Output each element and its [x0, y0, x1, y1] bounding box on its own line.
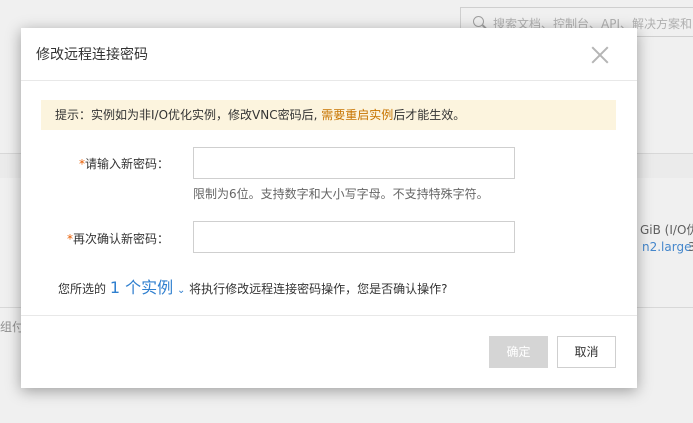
close-icon[interactable] — [587, 42, 613, 68]
confirm-password-input[interactable] — [193, 221, 515, 253]
cancel-button[interactable]: 取消 — [557, 336, 616, 368]
change-password-dialog: 修改远程连接密码 提示：实例如为非I/O优化实例，修改VNC密码后, 需要重启实… — [21, 28, 637, 388]
confirm-password-label-text: 再次确认新密码： — [72, 232, 169, 246]
new-password-input[interactable] — [193, 147, 515, 179]
new-password-label-text: 请输入新密码： — [84, 157, 169, 171]
confirm-prefix: 您所选的 — [58, 282, 107, 296]
confirm-password-label: *再次确认新密码： — [67, 230, 169, 247]
notice-highlight: 需要重启实例 — [321, 108, 394, 122]
notice-text: 提示：实例如为非I/O优化实例，修改VNC密码后, — [55, 108, 322, 122]
header-divider — [21, 80, 637, 81]
new-password-label: *请输入新密码： — [79, 155, 169, 172]
confirm-suffix: 将执行修改远程连接密码操作，您是否确认操作? — [189, 282, 448, 296]
notice-banner: 提示：实例如为非I/O优化实例，修改VNC密码后, 需要重启实例后才能生效。 — [41, 100, 616, 130]
confirm-message: 您所选的 1 个实例 ⌄ 将执行修改远程连接密码操作，您是否确认操作? — [58, 274, 448, 298]
footer-divider — [21, 315, 637, 316]
chevron-down-icon[interactable]: ⌄ — [177, 285, 185, 296]
ok-button[interactable]: 确定 — [489, 336, 548, 368]
instance-count-link[interactable]: 1 个实例 — [110, 278, 173, 297]
dialog-title: 修改远程连接密码 — [36, 47, 148, 63]
notice-suffix: 后才能生效。 — [393, 108, 466, 122]
password-hint: 限制为6位。支持数字和大小写字母。不支持特殊字符。 — [193, 187, 489, 201]
